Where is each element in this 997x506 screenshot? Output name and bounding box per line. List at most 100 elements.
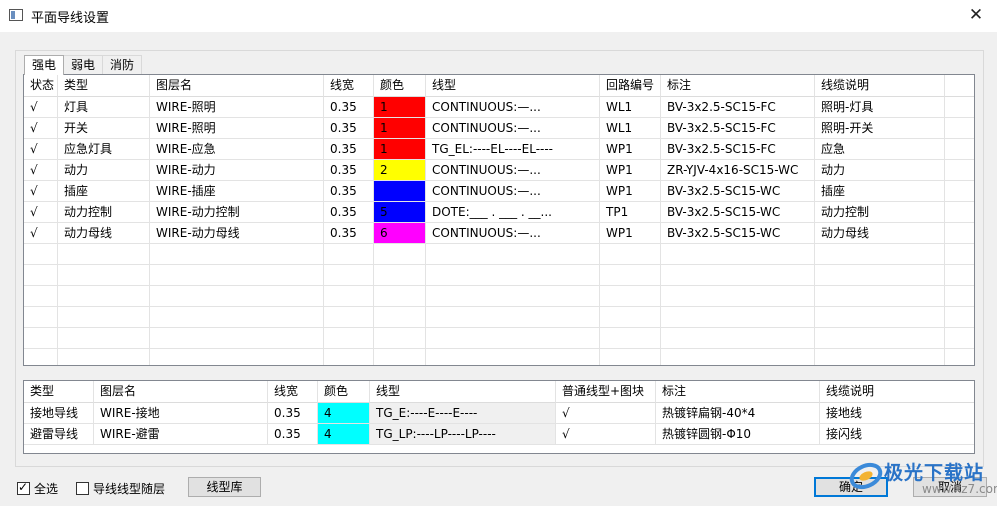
annotation-cell[interactable]: BV-3x2.5-SC15-FC (661, 118, 815, 139)
table-row[interactable]: 接地导线 WIRE-接地 0.35 4 TG_E:----E----E---- √ 热镀锌扁… (24, 403, 974, 424)
cable-description-cell[interactable]: 动力控制 (815, 202, 945, 223)
color-swatch[interactable]: 5 (374, 202, 425, 222)
tab-weak-current[interactable]: 弱电 (63, 55, 104, 74)
linetype-cell[interactable]: TG_E:----E----E---- (370, 403, 556, 424)
column-header-line-width[interactable]: 线宽 (268, 381, 318, 403)
circuit-number-cell[interactable]: TP1 (600, 202, 661, 223)
circuit-number-cell[interactable]: WL1 (600, 97, 661, 118)
status-cell[interactable]: √ (24, 202, 58, 223)
linetype-cell[interactable]: CONTINUOUS:—... (426, 160, 600, 181)
linetype-cell[interactable]: TG_EL:----EL----EL---- (426, 139, 600, 160)
cable-description-cell[interactable]: 照明-灯具 (815, 97, 945, 118)
type-cell[interactable]: 灯具 (58, 97, 150, 118)
status-cell[interactable]: √ (24, 160, 58, 181)
line-width-cell[interactable]: 0.35 (268, 424, 318, 445)
column-header-line-width[interactable]: 线宽 (324, 75, 374, 97)
linetype-cell[interactable]: CONTINUOUS:—... (426, 181, 600, 202)
wire-settings-table[interactable]: 状态 类型 图层名 线宽 颜色 线型 回路编号 标注 线缆说明 √ 灯具 WIRE-照明 0.35 1 CO… (23, 74, 975, 366)
column-header-annotation[interactable]: 标注 (661, 75, 815, 97)
color-cell[interactable]: 4 (318, 403, 370, 424)
annotation-cell[interactable]: 热镀锌圆钢-Φ10 (656, 424, 820, 445)
line-width-cell[interactable]: 0.35 (324, 181, 374, 202)
table-row[interactable]: √ 动力控制 WIRE-动力控制 0.35 5 DOTE:___ . ___ . __..… (24, 202, 974, 223)
select-all-checkbox-box[interactable] (17, 480, 30, 495)
column-header-circuit-number[interactable]: 回路编号 (600, 75, 661, 97)
layer-name-cell[interactable]: WIRE-动力 (150, 160, 324, 181)
color-swatch[interactable]: 1 (374, 118, 425, 138)
column-header-linetype-block[interactable]: 普通线型+图块 (556, 381, 656, 403)
line-width-cell[interactable]: 0.35 (324, 118, 374, 139)
annotation-cell[interactable]: ZR-YJV-4x16-SC15-WC (661, 160, 815, 181)
status-cell[interactable]: √ (24, 97, 58, 118)
type-cell[interactable]: 应急灯具 (58, 139, 150, 160)
annotation-cell[interactable]: BV-3x2.5-SC15-WC (661, 202, 815, 223)
column-header-linetype[interactable]: 线型 (370, 381, 556, 403)
circuit-number-cell[interactable]: WP1 (600, 223, 661, 244)
line-width-cell[interactable]: 0.35 (324, 202, 374, 223)
circuit-number-cell[interactable]: WP1 (600, 139, 661, 160)
line-width-cell[interactable]: 0.35 (324, 223, 374, 244)
cable-description-cell[interactable]: 动力 (815, 160, 945, 181)
tab-strong-current[interactable]: 强电 (24, 55, 65, 75)
type-cell[interactable]: 动力 (58, 160, 150, 181)
type-cell[interactable]: 动力母线 (58, 223, 150, 244)
column-header-annotation[interactable]: 标注 (656, 381, 820, 403)
annotation-cell[interactable]: BV-3x2.5-SC15-WC (661, 223, 815, 244)
status-cell[interactable]: √ (24, 223, 58, 244)
table-row[interactable]: √ 动力 WIRE-动力 0.35 2 CONTINUOUS:—... WP1 ZR-YJV-… (24, 160, 974, 181)
line-width-cell[interactable]: 0.35 (324, 97, 374, 118)
layer-name-cell[interactable]: WIRE-动力控制 (150, 202, 324, 223)
linetype-cell[interactable]: CONTINUOUS:—... (426, 118, 600, 139)
column-header-color[interactable]: 颜色 (374, 75, 426, 97)
status-cell[interactable]: √ (24, 139, 58, 160)
color-cell[interactable] (374, 181, 426, 202)
column-header-cable-description[interactable]: 线缆说明 (820, 381, 974, 403)
linetype-block-cell[interactable]: √ (556, 424, 656, 445)
cable-description-cell[interactable]: 应急 (815, 139, 945, 160)
column-header-cable-description[interactable]: 线缆说明 (815, 75, 945, 97)
circuit-number-cell[interactable]: WP1 (600, 160, 661, 181)
layer-name-cell[interactable]: WIRE-照明 (150, 97, 324, 118)
cable-description-cell[interactable]: 照明-开关 (815, 118, 945, 139)
grounding-wire-table[interactable]: 类型 图层名 线宽 颜色 线型 普通线型+图块 标注 线缆说明 接地导线 WIRE-接地 0.35 4… (23, 380, 975, 454)
linetype-block-cell[interactable]: √ (556, 403, 656, 424)
follow-layer-checkbox-box[interactable] (76, 482, 89, 495)
color-cell[interactable]: 1 (374, 139, 426, 160)
color-swatch[interactable]: 4 (318, 403, 369, 423)
annotation-cell[interactable]: BV-3x2.5-SC15-WC (661, 181, 815, 202)
linetype-cell[interactable]: CONTINUOUS:—... (426, 223, 600, 244)
color-swatch[interactable]: 1 (374, 139, 425, 159)
column-header-layer-name[interactable]: 图层名 (150, 75, 324, 97)
circuit-number-cell[interactable]: WP1 (600, 181, 661, 202)
status-cell[interactable]: √ (24, 118, 58, 139)
annotation-cell[interactable]: BV-3x2.5-SC15-FC (661, 139, 815, 160)
column-header-layer-name[interactable]: 图层名 (94, 381, 268, 403)
color-cell[interactable]: 6 (374, 223, 426, 244)
close-icon[interactable]: ✕ (965, 4, 987, 26)
type-cell[interactable]: 避雷导线 (24, 424, 94, 445)
column-header-status[interactable]: 状态 (24, 75, 58, 97)
line-width-cell[interactable]: 0.35 (324, 160, 374, 181)
layer-name-cell[interactable]: WIRE-动力母线 (150, 223, 324, 244)
layer-name-cell[interactable]: WIRE-照明 (150, 118, 324, 139)
annotation-cell[interactable]: 热镀锌扁钢-40*4 (656, 403, 820, 424)
table-row[interactable]: √ 灯具 WIRE-照明 0.35 1 CONTINUOUS:—... WL1 BV-3x2.… (24, 97, 974, 118)
annotation-cell[interactable]: BV-3x2.5-SC15-FC (661, 97, 815, 118)
table-row[interactable]: √ 插座 WIRE-插座 0.35 CONTINUOUS:—... WP1 BV-3x2.5… (24, 181, 974, 202)
tab-fire-protection[interactable]: 消防 (102, 55, 143, 74)
color-cell[interactable]: 2 (374, 160, 426, 181)
type-cell[interactable]: 插座 (58, 181, 150, 202)
layer-name-cell[interactable]: WIRE-应急 (150, 139, 324, 160)
column-header-color[interactable]: 颜色 (318, 381, 370, 403)
layer-name-cell[interactable]: WIRE-插座 (150, 181, 324, 202)
color-swatch[interactable]: 6 (374, 223, 425, 243)
color-swatch[interactable]: 2 (374, 160, 425, 180)
follow-layer-checkbox[interactable]: 导线线型随层 (76, 480, 165, 497)
select-all-checkbox[interactable]: 全选 (17, 480, 58, 497)
type-cell[interactable]: 开关 (58, 118, 150, 139)
cable-description-cell[interactable]: 动力母线 (815, 223, 945, 244)
cable-description-cell[interactable]: 插座 (815, 181, 945, 202)
column-header-linetype[interactable]: 线型 (426, 75, 600, 97)
color-cell[interactable]: 4 (318, 424, 370, 445)
linetype-cell[interactable]: DOTE:___ . ___ . __... (426, 202, 600, 223)
